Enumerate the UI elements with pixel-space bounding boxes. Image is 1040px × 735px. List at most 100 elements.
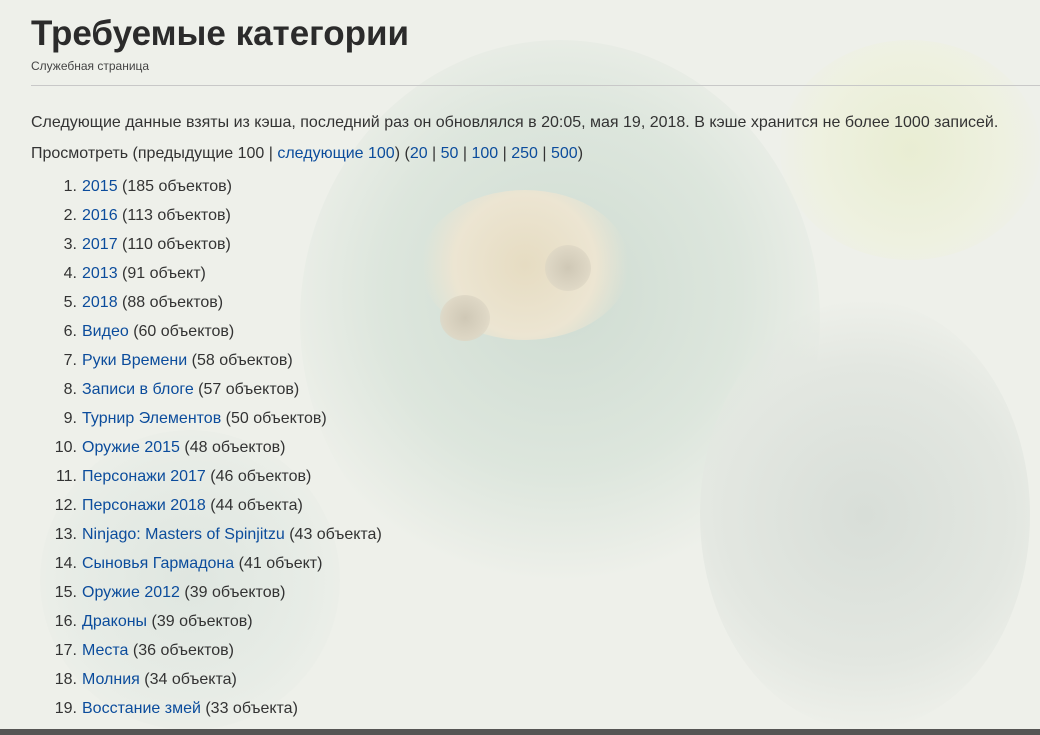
- list-item: 12. Персонажи 2018 (44 объекта): [31, 497, 382, 526]
- item-number: 19.: [54, 700, 77, 717]
- item-number: 13.: [54, 526, 77, 543]
- background-eye: [440, 295, 490, 341]
- background-eye: [545, 245, 591, 291]
- pagination-mid: ) (: [394, 145, 410, 162]
- category-link[interactable]: Места: [82, 642, 128, 659]
- list-item: 5. 2018 (88 объектов): [31, 294, 382, 323]
- list-item: 16. Драконы (39 объектов): [31, 613, 382, 642]
- item-count: (50 объектов): [221, 410, 327, 427]
- item-count: (48 объектов): [179, 439, 286, 456]
- item-number: 4.: [63, 265, 77, 282]
- category-link[interactable]: Оружие 2015: [82, 439, 180, 456]
- list-item: 18. Молния (34 объекта): [31, 671, 382, 700]
- item-count: (44 объекта): [205, 497, 303, 514]
- category-link[interactable]: Видео: [82, 323, 129, 340]
- category-link[interactable]: Записи в блоге: [82, 381, 194, 398]
- item-count: (185 объектов): [117, 178, 232, 195]
- background-highlight: [780, 40, 1040, 260]
- list-item: 2. 2016 (113 объектов): [31, 207, 382, 236]
- item-count: (41 объект): [234, 555, 323, 572]
- item-count: (39 объектов): [147, 613, 253, 630]
- item-count: (58 объектов): [187, 352, 293, 369]
- item-number: 7.: [63, 352, 77, 369]
- item-count: (91 объект): [117, 265, 206, 282]
- item-number: 3.: [63, 236, 77, 253]
- category-link[interactable]: Персонажи 2018: [82, 497, 206, 514]
- item-number: 16.: [54, 613, 77, 630]
- category-link[interactable]: Оружие 2012: [82, 584, 180, 601]
- list-item: 11. Персонажи 2017 (46 объектов): [31, 468, 382, 497]
- list-item: 6. Видео (60 объектов): [31, 323, 382, 352]
- list-item: 15. Оружие 2012 (39 объектов): [31, 584, 382, 613]
- category-link[interactable]: Турнир Элементов: [82, 410, 221, 427]
- item-count: (88 объектов): [117, 294, 224, 311]
- item-count: (46 объектов): [205, 468, 312, 485]
- list-item: 19. Восстание змей (33 объекта): [31, 700, 382, 729]
- page-size-500-link[interactable]: 500: [551, 145, 578, 162]
- next-100-link[interactable]: следующие 100: [277, 145, 394, 162]
- item-count: (33 объекта): [200, 700, 298, 717]
- list-item: 17. Места (36 объектов): [31, 642, 382, 671]
- item-number: 14.: [54, 555, 77, 572]
- pagination-separator: |: [427, 145, 441, 162]
- category-link[interactable]: 2013: [82, 265, 118, 282]
- page-size-20-link[interactable]: 20: [410, 145, 428, 162]
- item-number: 8.: [63, 381, 77, 398]
- list-item: 13. Ninjago: Masters of Spinjitzu (43 объ…: [31, 526, 382, 555]
- item-number: 18.: [54, 671, 77, 688]
- category-link[interactable]: 2015: [82, 178, 118, 195]
- pagination-separator: |: [537, 145, 551, 162]
- list-item: 10. Оружие 2015 (48 объектов): [31, 439, 382, 468]
- category-link[interactable]: Молния: [82, 671, 140, 688]
- item-number: 9.: [63, 410, 77, 427]
- item-number: 5.: [63, 294, 77, 311]
- item-number: 11.: [55, 468, 77, 485]
- page-title: Требуемые категории: [31, 14, 410, 53]
- header-divider: [31, 85, 1040, 86]
- item-count: (113 объектов): [117, 207, 231, 224]
- category-link[interactable]: Персонажи 2017: [82, 468, 206, 485]
- item-count: (34 объекта): [139, 671, 237, 688]
- category-link[interactable]: Руки Времени: [82, 352, 187, 369]
- page-size-250-link[interactable]: 250: [511, 145, 538, 162]
- list-item: 7. Руки Времени (58 объектов): [31, 352, 382, 381]
- wanted-categories-list: 1. 2015 (185 объектов) 2. 2016 (113 объект…: [31, 178, 382, 729]
- item-number: 2.: [63, 207, 77, 224]
- category-link[interactable]: Восстание змей: [82, 700, 201, 717]
- item-count: (36 объектов): [128, 642, 234, 659]
- list-item: 1. 2015 (185 объектов): [31, 178, 382, 207]
- page-size-100-link[interactable]: 100: [472, 145, 499, 162]
- page-content: Требуемые категории Служебная страница: [0, 0, 1040, 73]
- pagination-separator: |: [458, 145, 472, 162]
- list-item: 4. 2013 (91 объект): [31, 265, 382, 294]
- item-count: (43 объекта): [284, 526, 382, 543]
- item-number: 15.: [54, 584, 77, 601]
- category-link[interactable]: Ninjago: Masters of Spinjitzu: [82, 526, 285, 543]
- item-number: 10.: [54, 439, 77, 456]
- list-item: 14. Сыновья Гармадона (41 объект): [31, 555, 382, 584]
- item-number: 12.: [54, 497, 77, 514]
- item-number: 17.: [54, 642, 77, 659]
- pagination-nav: Просмотреть (предыдущие 100 | следующие …: [31, 145, 583, 163]
- page-subtitle: Служебная страница: [31, 59, 150, 73]
- list-item: 8. Записи в блоге (57 объектов): [31, 381, 382, 410]
- pagination-suffix: ): [577, 145, 584, 162]
- background-shoulder: [700, 300, 1030, 730]
- category-link[interactable]: Драконы: [82, 613, 147, 630]
- pagination-prefix: Просмотреть (предыдущие 100 |: [31, 145, 278, 162]
- list-item: 3. 2017 (110 объектов): [31, 236, 382, 265]
- window-bottom-edge: [0, 729, 1040, 735]
- pagination-separator: |: [498, 145, 512, 162]
- item-count: (60 объектов): [128, 323, 235, 340]
- category-link[interactable]: 2016: [82, 207, 118, 224]
- category-link[interactable]: Сыновья Гармадона: [82, 555, 234, 572]
- item-count: (39 объектов): [179, 584, 286, 601]
- item-count: (110 объектов): [117, 236, 231, 253]
- category-link[interactable]: 2018: [82, 294, 118, 311]
- list-item: 9. Турнир Элементов (50 объектов): [31, 410, 382, 439]
- category-link[interactable]: 2017: [82, 236, 118, 253]
- item-number: 1.: [63, 178, 77, 195]
- cache-notice: Следующие данные взяты из кэша, последни…: [31, 114, 999, 131]
- page-size-50-link[interactable]: 50: [441, 145, 459, 162]
- item-number: 6.: [63, 323, 77, 340]
